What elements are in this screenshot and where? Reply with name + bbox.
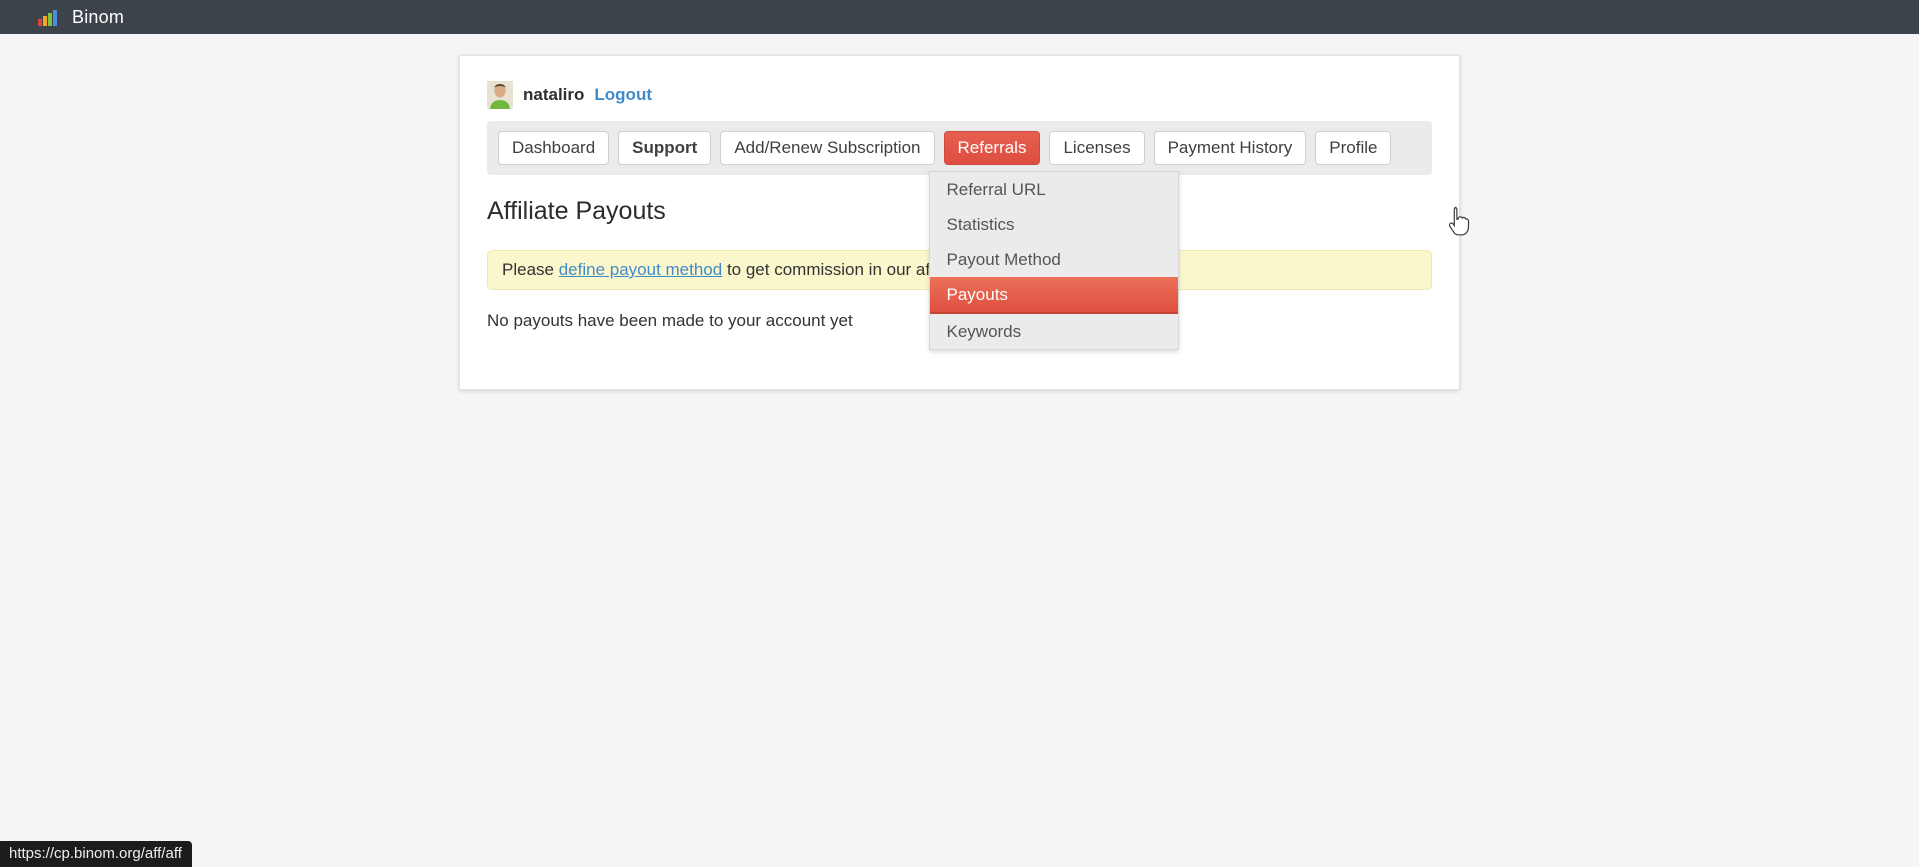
tab-profile[interactable]: Profile (1315, 131, 1391, 165)
topbar: Binom (0, 0, 1919, 34)
tab-licenses[interactable]: Licenses (1049, 131, 1144, 165)
brand-name: Binom (72, 7, 124, 28)
binom-logo[interactable]: Binom (38, 7, 124, 28)
menu-item-keywords[interactable]: Keywords (930, 314, 1178, 349)
define-payout-method-link[interactable]: define payout method (559, 260, 723, 279)
account-card: nataliro Logout Dashboard Support Add/Re… (459, 55, 1460, 390)
link-preview-tooltip: https://cp.binom.org/aff/aff (0, 841, 192, 867)
tab-dashboard[interactable]: Dashboard (498, 131, 609, 165)
menu-item-payout-method[interactable]: Payout Method (930, 242, 1178, 277)
bar-chart-icon (38, 8, 60, 26)
tab-payment-history[interactable]: Payment History (1154, 131, 1307, 165)
tab-support[interactable]: Support (618, 131, 711, 165)
notice-text-prefix: Please (502, 260, 559, 279)
user-avatar-icon (487, 81, 513, 109)
menu-item-statistics[interactable]: Statistics (930, 207, 1178, 242)
menu-item-referral-url[interactable]: Referral URL (930, 172, 1178, 207)
pointer-hand-cursor (1445, 206, 1472, 237)
nav-tabbar: Dashboard Support Add/Renew Subscription… (487, 121, 1432, 175)
referrals-dropdown: Referral URL Statistics Payout Method Pa… (929, 171, 1179, 350)
tab-add-renew-subscription[interactable]: Add/Renew Subscription (720, 131, 934, 165)
username: nataliro (523, 85, 584, 105)
tab-referrals-wrap: Referrals Referral URL Statistics Payout… (944, 131, 1041, 165)
user-row: nataliro Logout (487, 81, 1432, 109)
tab-referrals[interactable]: Referrals (944, 131, 1041, 165)
menu-item-payouts[interactable]: Payouts (930, 277, 1178, 314)
notice-text-suffix: to get commission in our affilia (722, 260, 955, 279)
logout-link[interactable]: Logout (594, 85, 652, 105)
